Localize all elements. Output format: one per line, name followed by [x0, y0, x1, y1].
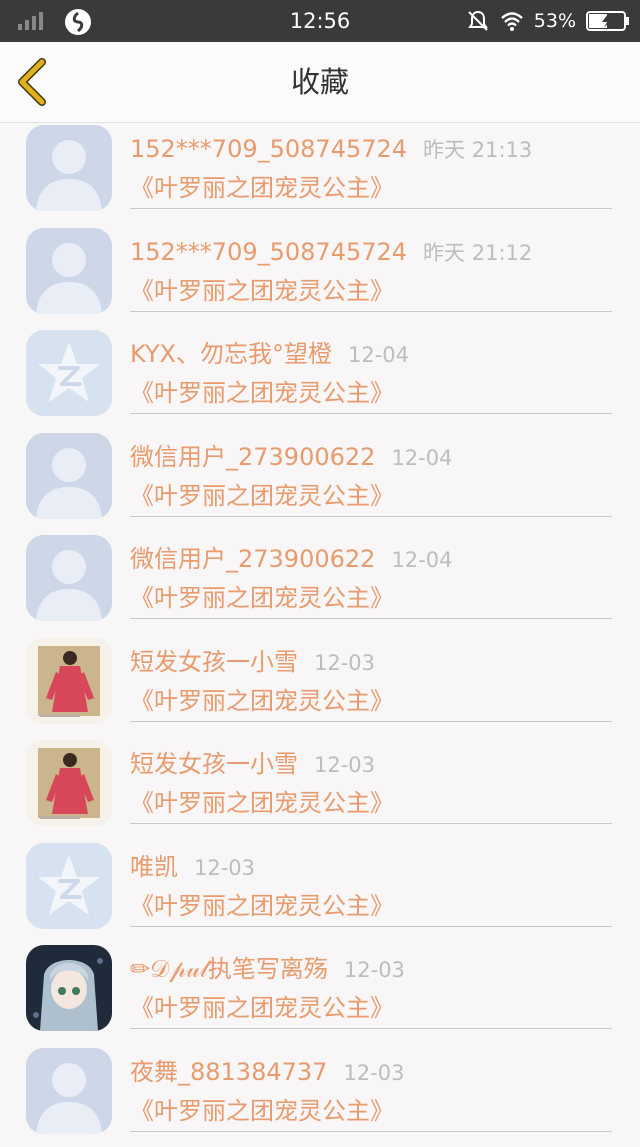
book-title: 《叶罗丽之团宠灵公主》 — [130, 685, 394, 717]
avatar — [26, 125, 112, 211]
divider — [130, 208, 612, 209]
name-line: 152***709_508745724 昨天 21:12 — [130, 237, 532, 267]
name-line: 152***709_508745724 昨天 21:13 — [130, 134, 532, 164]
user-name: 152***709_508745724 — [130, 238, 407, 266]
timestamp: 12-03 — [194, 856, 255, 880]
avatar — [26, 638, 112, 724]
divider — [130, 516, 612, 517]
status-bar: 12:56 53% — [0, 0, 640, 42]
list-item[interactable]: 微信用户_273900622 12-04 《叶罗丽之团宠灵公主》 — [0, 430, 640, 533]
list-item[interactable]: 152***709_508745724 昨天 21:12 《叶罗丽之团宠灵公主》 — [0, 225, 640, 328]
page-title: 收藏 — [0, 42, 640, 122]
avatar — [26, 740, 112, 826]
list-item[interactable]: 短发女孩一小雪 12-03 《叶罗丽之团宠灵公主》 — [0, 737, 640, 840]
timestamp: 12-04 — [391, 446, 452, 470]
book-title: 《叶罗丽之团宠灵公主》 — [130, 890, 394, 922]
name-line: 微信用户_273900622 12-04 — [130, 544, 452, 574]
avatar — [26, 945, 112, 1031]
battery-charging-icon — [586, 11, 630, 31]
user-name: 夜舞_881384737 — [130, 1058, 327, 1086]
name-line: 唯凯 12-03 — [130, 852, 255, 882]
wifi-icon — [500, 9, 524, 33]
timestamp: 昨天 21:12 — [423, 241, 532, 265]
anime-avatar-icon — [26, 945, 112, 1031]
book-title: 《叶罗丽之团宠灵公主》 — [130, 992, 394, 1024]
name-line: 夜舞_881384737 12-03 — [130, 1057, 404, 1087]
divider — [130, 311, 612, 312]
divider — [130, 1028, 612, 1029]
list-item[interactable]: KYX、勿忘我°望橙 12-04 《叶罗丽之团宠灵公主》 — [0, 327, 640, 430]
default-person-icon — [26, 228, 112, 314]
timestamp: 12-03 — [314, 651, 375, 675]
name-line: ✏𝒟𝓅𝓊𝓁执笔写离殇 12-03 — [130, 954, 405, 984]
timestamp: 12-04 — [391, 548, 452, 572]
default-person-icon — [26, 1048, 112, 1134]
name-line: 短发女孩一小雪 12-03 — [130, 749, 375, 779]
avatar — [26, 843, 112, 929]
book-title: 《叶罗丽之团宠灵公主》 — [130, 1095, 394, 1127]
list-item[interactable]: 微信用户_273900622 12-04 《叶罗丽之团宠灵公主》 — [0, 532, 640, 635]
list-item[interactable]: 短发女孩一小雪 12-03 《叶罗丽之团宠灵公主》 — [0, 635, 640, 738]
favorites-list: 152***709_508745724昨天 21:13 《叶罗丽之团宠灵公主》 … — [0, 122, 640, 1147]
user-name: 唯凯 — [130, 853, 178, 881]
qq-star-icon — [26, 330, 112, 416]
divider — [130, 823, 612, 824]
user-name: 152***709_508745724 — [130, 135, 407, 163]
avatar — [26, 330, 112, 416]
book-title: 《叶罗丽之团宠灵公主》 — [130, 377, 394, 409]
divider — [130, 721, 612, 722]
avatar — [26, 228, 112, 314]
user-name: 微信用户_273900622 — [130, 545, 375, 573]
book-title: 《叶罗丽之团宠灵公主》 — [130, 582, 394, 614]
timestamp: 昨天 21:13 — [423, 138, 532, 162]
user-name: 短发女孩一小雪 — [130, 648, 298, 676]
default-person-icon — [26, 535, 112, 621]
name-line: KYX、勿忘我°望橙 12-04 — [130, 339, 409, 369]
divider — [130, 413, 612, 414]
timestamp: 12-03 — [314, 753, 375, 777]
list-item[interactable]: 夜舞_881384737 12-03 《叶罗丽之团宠灵公主》 — [0, 1045, 640, 1147]
list-item[interactable]: 唯凯 12-03 《叶罗丽之团宠灵公主》 — [0, 840, 640, 943]
user-photo-icon — [26, 638, 112, 724]
book-title: 《叶罗丽之团宠灵公主》 — [130, 172, 394, 204]
bell-muted-icon — [466, 9, 490, 33]
user-name: 微信用户_273900622 — [130, 443, 375, 471]
default-person-icon — [26, 433, 112, 519]
nav-header: 收藏 — [0, 42, 640, 123]
list-item[interactable]: ✏𝒟𝓅𝓊𝓁执笔写离殇 12-03 《叶罗丽之团宠灵公主》 — [0, 942, 640, 1045]
qq-star-icon — [26, 843, 112, 929]
book-title: 《叶罗丽之团宠灵公主》 — [130, 787, 394, 819]
user-photo-icon — [26, 740, 112, 826]
avatar — [26, 433, 112, 519]
avatar — [26, 535, 112, 621]
timestamp: 12-03 — [344, 958, 405, 982]
divider — [130, 618, 612, 619]
name-line: 短发女孩一小雪 12-03 — [130, 647, 375, 677]
divider — [130, 1131, 612, 1132]
user-name: KYX、勿忘我°望橙 — [130, 340, 332, 368]
timestamp: 12-03 — [343, 1061, 404, 1085]
user-name: ✏𝒟𝓅𝓊𝓁执笔写离殇 — [130, 955, 328, 983]
battery-percent: 53% — [534, 10, 576, 32]
user-name: 短发女孩一小雪 — [130, 750, 298, 778]
divider — [130, 926, 612, 927]
default-person-icon — [26, 125, 112, 211]
list-item[interactable]: 152***709_508745724 昨天 21:13 《叶罗丽之团宠灵公主》 — [0, 122, 640, 225]
status-right: 53% — [466, 0, 630, 42]
book-title: 《叶罗丽之团宠灵公主》 — [130, 480, 394, 512]
book-title: 《叶罗丽之团宠灵公主》 — [130, 275, 394, 307]
timestamp: 12-04 — [348, 343, 409, 367]
avatar — [26, 1048, 112, 1134]
name-line: 微信用户_273900622 12-04 — [130, 442, 452, 472]
